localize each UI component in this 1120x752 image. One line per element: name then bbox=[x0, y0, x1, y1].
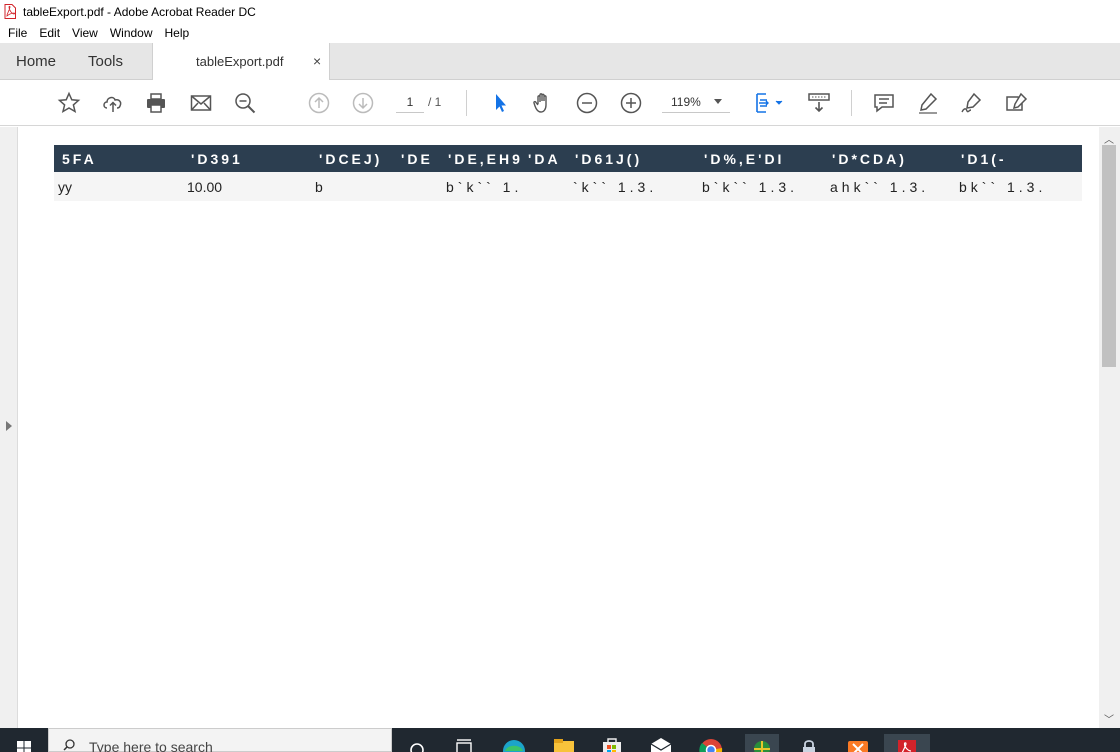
task-view-icon[interactable] bbox=[451, 734, 477, 752]
cortana-icon[interactable] bbox=[404, 734, 430, 752]
table-cell: `k`` 1.3. bbox=[567, 172, 696, 201]
table-header-cell: 'D391 bbox=[183, 145, 311, 172]
sign-icon[interactable] bbox=[958, 89, 986, 117]
search-zoom-icon[interactable] bbox=[231, 89, 259, 117]
hand-icon[interactable] bbox=[529, 89, 557, 117]
mail-icon[interactable] bbox=[187, 89, 215, 117]
taskbar: Type here to search bbox=[0, 728, 1120, 752]
taskbar-search-input[interactable]: Type here to search bbox=[48, 728, 392, 752]
pdf-table: 5FA 'D391 'DCEJ) 'DE 'DE,EH9 'DA 'D61J()… bbox=[54, 145, 1082, 201]
table-cell: bk`` 1.3. bbox=[953, 172, 1082, 201]
page-down-icon[interactable] bbox=[349, 89, 377, 117]
acrobat-pdf-icon bbox=[4, 4, 16, 19]
table-header-cell: 5FA bbox=[54, 145, 183, 172]
scroll-down-icon[interactable]: ﹀ bbox=[1104, 711, 1114, 726]
page-total: / 1 bbox=[428, 95, 442, 109]
edge-icon[interactable] bbox=[501, 734, 527, 752]
menu-file[interactable]: File bbox=[0, 26, 33, 40]
table-cell: yy bbox=[54, 172, 183, 201]
highlight-icon[interactable] bbox=[914, 89, 942, 117]
menu-bar: File Edit View Window Help bbox=[0, 23, 1120, 43]
table-header-cell: 'DE,EH9 bbox=[440, 145, 520, 172]
tab-home[interactable]: Home bbox=[16, 43, 56, 80]
table-header-cell: 'DCEJ) bbox=[311, 145, 393, 172]
table-cell: b`k`` 1.3. bbox=[440, 172, 520, 201]
table-cell: b bbox=[311, 172, 393, 201]
expand-panel-icon[interactable] bbox=[6, 421, 12, 431]
menu-help[interactable]: Help bbox=[159, 26, 196, 40]
page-number-input[interactable]: 1 bbox=[396, 91, 424, 113]
document-page bbox=[18, 127, 1099, 728]
star-icon[interactable] bbox=[55, 89, 83, 117]
search-placeholder: Type here to search bbox=[89, 739, 213, 752]
comment-icon[interactable] bbox=[870, 89, 898, 117]
lock-app-icon[interactable] bbox=[796, 734, 822, 752]
zoom-dropdown[interactable]: 119% bbox=[662, 91, 730, 113]
start-button[interactable] bbox=[0, 728, 48, 752]
menu-view[interactable]: View bbox=[66, 26, 104, 40]
table-cell bbox=[520, 172, 567, 201]
table-cell: b`k`` 1.3. bbox=[696, 172, 824, 201]
zoom-out-icon[interactable] bbox=[573, 89, 601, 117]
table-header-cell: 'DA bbox=[520, 145, 567, 172]
side-panel-gutter bbox=[0, 127, 18, 728]
print-icon[interactable] bbox=[142, 89, 170, 117]
toolbar: 1 / 1 119% bbox=[0, 80, 1120, 126]
table-header-row: 5FA 'D391 'DCEJ) 'DE 'DE,EH9 'DA 'D61J()… bbox=[54, 145, 1082, 172]
toolbar-divider bbox=[466, 90, 467, 116]
window-title: tableExport.pdf - Adobe Acrobat Reader D… bbox=[23, 4, 256, 19]
file-explorer-icon[interactable] bbox=[551, 734, 577, 752]
zoom-in-icon[interactable] bbox=[617, 89, 645, 117]
title-bar: tableExport.pdf - Adobe Acrobat Reader D… bbox=[0, 0, 1120, 23]
scroll-up-icon[interactable]: ︿ bbox=[1104, 131, 1114, 146]
select-cursor-icon[interactable] bbox=[486, 89, 514, 117]
acrobat-taskbar-icon[interactable] bbox=[884, 734, 930, 752]
tab-tools[interactable]: Tools bbox=[88, 43, 123, 80]
edit-fill-icon[interactable] bbox=[1002, 89, 1030, 117]
close-tab-icon[interactable]: × bbox=[313, 43, 321, 80]
tab-document-label: tableExport.pdf bbox=[196, 54, 284, 69]
upload-icon[interactable] bbox=[99, 89, 127, 117]
table-header-cell: 'DE bbox=[393, 145, 440, 172]
scroll-mode-icon[interactable] bbox=[805, 89, 833, 117]
table-row: yy 10.00 b b`k`` 1.3. `k`` 1.3. b`k`` 1.… bbox=[54, 172, 1082, 201]
store-icon[interactable] bbox=[599, 734, 625, 752]
mail-app-icon[interactable] bbox=[648, 734, 674, 752]
windows-icon bbox=[17, 741, 31, 752]
xampp-icon[interactable] bbox=[845, 734, 871, 752]
network-app-icon[interactable] bbox=[745, 734, 779, 752]
search-icon bbox=[63, 739, 75, 751]
toolbar-divider bbox=[851, 90, 852, 116]
zoom-value: 119% bbox=[671, 95, 701, 109]
table-header-cell: 'D*CDA) bbox=[824, 145, 953, 172]
fit-page-icon[interactable] bbox=[752, 89, 786, 117]
tab-document[interactable]: tableExport.pdf × bbox=[152, 43, 330, 81]
table-header-cell: 'D61J() bbox=[567, 145, 696, 172]
table-header-cell: 'D1(- bbox=[953, 145, 1082, 172]
table-cell: 10.00 bbox=[183, 172, 311, 201]
table-cell bbox=[393, 172, 440, 201]
table-cell: ahk`` 1.3. bbox=[824, 172, 953, 201]
chrome-icon[interactable] bbox=[698, 734, 724, 752]
vertical-scrollbar[interactable]: ︿ ﹀ bbox=[1099, 127, 1120, 728]
menu-edit[interactable]: Edit bbox=[33, 26, 66, 40]
tab-bar: Home Tools tableExport.pdf × bbox=[0, 43, 1120, 81]
table-header-cell: 'D%,E'DI bbox=[696, 145, 824, 172]
menu-window[interactable]: Window bbox=[104, 26, 159, 40]
scrollbar-thumb[interactable] bbox=[1102, 145, 1116, 367]
chevron-down-icon bbox=[714, 99, 722, 104]
page-up-icon[interactable] bbox=[305, 89, 333, 117]
